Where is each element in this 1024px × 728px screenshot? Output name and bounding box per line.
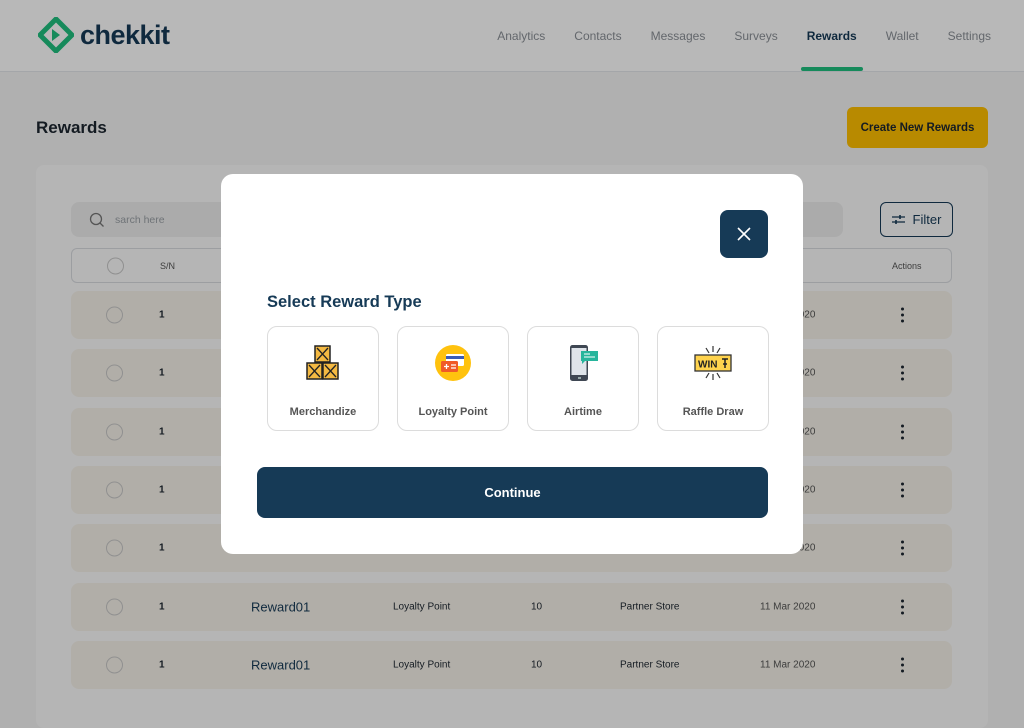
phone-icon (570, 345, 598, 381)
select-reward-type-modal: Select Reward Type Merchandize Loyalty P… (221, 174, 803, 554)
continue-button[interactable]: Continue (257, 467, 768, 518)
reward-type-airtime[interactable]: Airtime (527, 326, 639, 431)
close-icon (737, 227, 751, 241)
cards-icon (435, 345, 471, 381)
modal-title: Select Reward Type (267, 293, 422, 311)
reward-type-merchandize[interactable]: Merchandize (267, 326, 379, 431)
type-label: Loyalty Point (418, 406, 488, 418)
win-ticket-icon: WIN (694, 346, 732, 380)
type-label: Raffle Draw (682, 406, 744, 418)
type-label: Merchandize (289, 406, 357, 418)
reward-type-raffle-draw[interactable]: WIN Raffle Draw (657, 326, 769, 431)
close-button[interactable] (720, 210, 768, 258)
reward-type-loyalty-point[interactable]: Loyalty Point (397, 326, 509, 431)
type-label: Airtime (564, 406, 602, 418)
boxes-icon (306, 345, 339, 380)
reward-type-options: Merchandize Loyalty Point Airtime WIN Ra… (267, 326, 769, 431)
win-text: WIN (698, 360, 717, 371)
